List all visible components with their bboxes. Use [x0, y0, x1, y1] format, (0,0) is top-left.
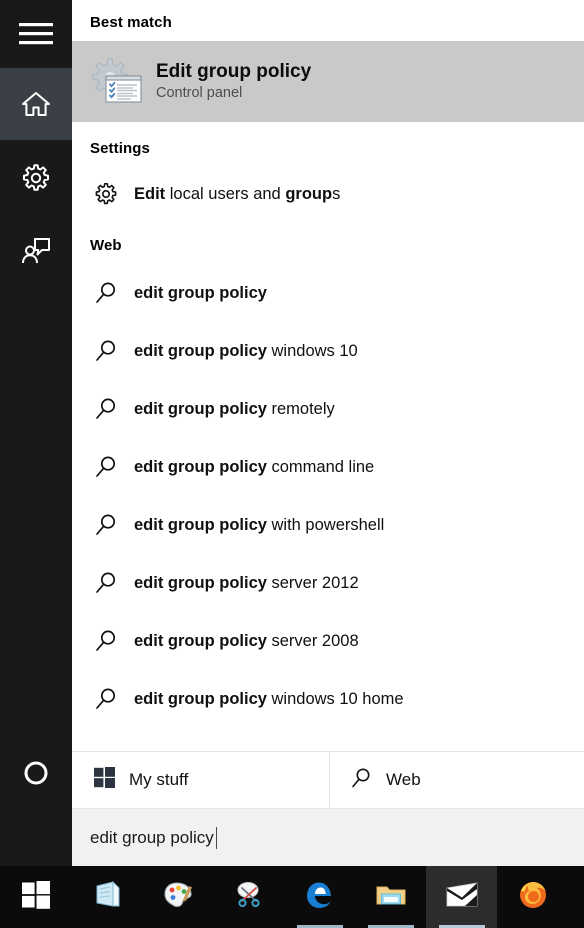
rail-item-hamburger[interactable] — [0, 0, 72, 68]
taskbar-item-mail[interactable] — [426, 866, 497, 928]
folder-icon — [375, 879, 407, 916]
tab-my-stuff-label: My stuff — [129, 770, 189, 789]
envelope-icon — [445, 880, 479, 915]
tab-web-label: Web — [386, 770, 421, 789]
web-result-row[interactable]: edit group policy windows 10 home — [72, 670, 584, 728]
windows-logo-icon — [21, 880, 50, 914]
paint-palette-icon — [162, 879, 194, 916]
rail-item-feedback[interactable] — [0, 215, 72, 287]
result-label: edit group policy server 2008 — [134, 631, 359, 650]
best-match-title: Edit group policy — [156, 60, 312, 82]
windows-logo-icon — [94, 767, 115, 793]
taskbar — [0, 866, 584, 928]
search-icon — [94, 455, 124, 479]
search-input-wrap — [90, 826, 218, 849]
home-icon — [21, 90, 51, 118]
settings-result-row[interactable]: Edit local users and groups — [72, 169, 584, 219]
rail-item-cortana[interactable] — [0, 737, 72, 809]
group-header-settings: Settings — [90, 140, 150, 157]
tab-bar: My stuff Web — [72, 751, 584, 808]
search-flyout: Best match Edit group policy Control pan… — [0, 0, 584, 866]
web-results-list: edit group policy edit group policy wind… — [72, 264, 584, 728]
group-header-web: Web — [90, 237, 122, 254]
best-match-text: Edit group policy Control panel — [156, 60, 311, 104]
firefox-icon — [517, 879, 549, 916]
feedback-person-icon — [20, 236, 52, 266]
search-input[interactable] — [90, 827, 218, 848]
text-caret — [216, 826, 217, 849]
gear-icon — [21, 163, 51, 193]
hamburger-icon — [19, 21, 53, 47]
best-match-subtitle: Control panel — [156, 85, 243, 102]
tab-web[interactable]: Web — [330, 752, 584, 808]
results-column: Best match Edit group policy Control pan… — [72, 0, 584, 866]
left-rail — [0, 0, 72, 866]
rail-item-home[interactable] — [0, 68, 72, 140]
result-label: Edit local users and groups — [134, 184, 341, 203]
web-result-row[interactable]: edit group policy with powershell — [72, 496, 584, 554]
group-header-best-match: Best match — [90, 14, 172, 31]
taskbar-item-sticky-notes[interactable] — [71, 866, 142, 928]
edge-icon — [304, 879, 336, 916]
result-label: edit group policy windows 10 home — [134, 689, 404, 708]
web-result-row[interactable]: edit group policy windows 10 — [72, 322, 584, 380]
rail-item-settings[interactable] — [0, 142, 72, 214]
search-bar[interactable] — [72, 808, 584, 866]
best-match-result[interactable]: Edit group policy Control panel — [72, 41, 584, 122]
search-icon — [350, 767, 372, 794]
tab-my-stuff[interactable]: My stuff — [72, 752, 330, 808]
taskbar-item-firefox[interactable] — [497, 866, 568, 928]
search-icon — [94, 397, 124, 421]
search-icon — [94, 513, 124, 537]
result-label: edit group policy — [134, 283, 267, 302]
scissors-icon — [233, 879, 265, 916]
search-icon — [94, 687, 124, 711]
web-result-row[interactable]: edit group policy command line — [72, 438, 584, 496]
taskbar-item-snipping-tool[interactable] — [213, 866, 284, 928]
search-icon — [94, 629, 124, 653]
result-label: edit group policy command line — [134, 457, 375, 476]
settings-results-list: Edit local users and groups — [72, 169, 584, 219]
web-result-row[interactable]: edit group policy — [72, 264, 584, 322]
result-label: edit group policy windows 10 — [134, 341, 358, 360]
group-policy-icon — [91, 56, 144, 108]
results-scroll-area[interactable]: Best match Edit group policy Control pan… — [72, 0, 584, 751]
gear-icon — [94, 182, 124, 206]
sticky-notes-icon — [91, 879, 123, 916]
search-icon — [94, 339, 124, 363]
taskbar-item-start[interactable] — [0, 866, 71, 928]
taskbar-item-edge[interactable] — [284, 866, 355, 928]
taskbar-item-file-explorer[interactable] — [355, 866, 426, 928]
result-label: edit group policy server 2012 — [134, 573, 359, 592]
result-label: edit group policy remotely — [134, 399, 335, 418]
windows-search-screen: Best match Edit group policy Control pan… — [0, 0, 584, 928]
circle-icon — [22, 759, 50, 787]
taskbar-item-paint[interactable] — [142, 866, 213, 928]
search-icon — [94, 571, 124, 595]
web-result-row[interactable]: edit group policy server 2008 — [72, 612, 584, 670]
result-label: edit group policy with powershell — [134, 515, 385, 534]
web-result-row[interactable]: edit group policy remotely — [72, 380, 584, 438]
web-result-row[interactable]: edit group policy server 2012 — [72, 554, 584, 612]
search-icon — [94, 281, 124, 305]
